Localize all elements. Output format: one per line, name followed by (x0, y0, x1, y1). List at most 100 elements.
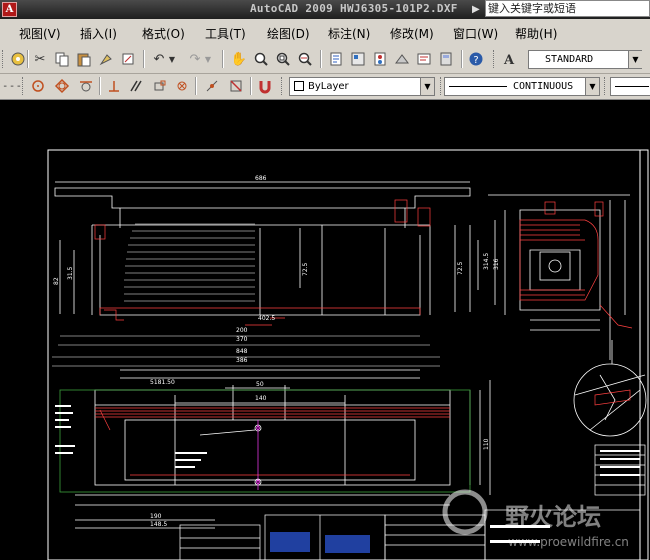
dim-label: 72.5 (457, 261, 464, 275)
copy-icon[interactable] (52, 49, 72, 69)
lineweight-preview (615, 85, 649, 87)
dim-label: 110 (483, 438, 490, 450)
redo-icon[interactable]: ↷ (185, 49, 205, 69)
match-properties-icon[interactable] (96, 49, 116, 69)
separator (99, 77, 101, 95)
tool-palettes-icon[interactable] (370, 49, 390, 69)
dim-label: 82 (53, 277, 60, 285)
dim-label: 370 (236, 336, 248, 343)
dim-label: 140 (255, 395, 267, 402)
autocad-logo-icon[interactable]: A (2, 2, 17, 17)
linetype-select[interactable]: CONTINUOUS (444, 77, 600, 96)
menu-tools[interactable]: 工具(T) (205, 25, 246, 42)
toolbar-grip[interactable] (2, 50, 6, 68)
menu-draw[interactable]: 绘图(D) (267, 25, 310, 42)
menu-format[interactable]: 格式(O) (142, 25, 185, 42)
undo-icon[interactable]: ↶ (149, 49, 169, 69)
title-bar: A AutoCAD 2009 HWJ6305-101P2.DXF ▶ 键入关键字… (0, 0, 650, 19)
dim-label: 148.5 (150, 521, 167, 528)
standard-toolbar: ✂ ↶ ▼ ↷ ▼ ✋ ? A STANDARD ▼ (0, 46, 650, 74)
snap-insert-icon[interactable] (150, 76, 170, 96)
snap-parallel-icon[interactable] (126, 76, 146, 96)
zoom-realtime-icon[interactable] (251, 49, 271, 69)
temporary-tracking-icon[interactable]: - - - (2, 76, 22, 96)
dim-label: 72.5 (302, 262, 309, 276)
plan-annotations (55, 405, 640, 476)
snap-none-icon[interactable] (226, 76, 246, 96)
dim-label: 848 (236, 348, 248, 355)
hatch-fill (124, 223, 255, 302)
drawing-svg: 200 370 848 386 686 72.5 82 31.5 72.5 40… (47, 149, 649, 560)
text-style-select[interactable]: STANDARD (528, 50, 642, 69)
lineweight-select[interactable] (610, 77, 650, 96)
dim-label: 200 (236, 327, 248, 334)
model-space-canvas[interactable]: 200 370 848 386 686 72.5 82 31.5 72.5 40… (0, 100, 650, 560)
chevron-down-icon[interactable]: ▼ (420, 78, 434, 95)
snap-tangent-icon[interactable] (76, 76, 96, 96)
snap-nearest-icon[interactable] (202, 76, 222, 96)
dim-label: 314.5 (483, 253, 490, 270)
properties-icon[interactable] (326, 49, 346, 69)
separator (320, 50, 322, 68)
layer-color-value: ByLayer (308, 81, 349, 92)
object-snap-toolbar: - - - ByLayer ▼ CONTINUOUS ▼ (0, 74, 650, 100)
snap-quadrant-icon[interactable] (52, 76, 72, 96)
redo-dropdown-icon[interactable]: ▼ (203, 49, 213, 69)
color-swatch-icon (294, 81, 304, 91)
menu-view[interactable]: 视图(V) (19, 25, 61, 42)
cut-icon[interactable]: ✂ (30, 49, 50, 69)
menu-help[interactable]: 帮助(H) (515, 25, 557, 42)
separator (195, 77, 197, 95)
chevron-down-icon[interactable]: ▼ (628, 51, 642, 68)
detail-red (594, 389, 631, 406)
separator (222, 50, 224, 68)
toolbar-grip[interactable] (493, 50, 497, 68)
dim-label: 190 (150, 513, 162, 520)
linetype-preview (449, 85, 507, 87)
separator (250, 77, 252, 95)
menu-modify[interactable]: 修改(M) (390, 25, 434, 42)
toolbar-grip[interactable] (22, 77, 26, 95)
menu-dimension[interactable]: 标注(N) (328, 25, 370, 42)
zoom-window-icon[interactable] (273, 49, 293, 69)
snap-perpendicular-icon[interactable] (104, 76, 124, 96)
linetype-value: CONTINUOUS (513, 81, 574, 92)
top-dimensions: 200 370 848 386 686 72.5 82 31.5 72.5 40… (52, 175, 464, 367)
markup-icon[interactable] (414, 49, 434, 69)
menu-window[interactable]: 窗口(W) (453, 25, 498, 42)
layer-color-select[interactable]: ByLayer (289, 77, 435, 96)
design-center-icon[interactable] (348, 49, 368, 69)
side-view-red (519, 201, 633, 329)
osnap-settings-icon[interactable] (255, 76, 275, 96)
calculator-icon[interactable] (436, 49, 456, 69)
dim-label: 686 (255, 175, 267, 182)
snap-node-icon[interactable] (172, 76, 192, 96)
menu-insert[interactable]: 插入(I) (80, 25, 117, 42)
dim-label: 50 (256, 381, 264, 388)
text-style-value: STANDARD (545, 54, 594, 65)
play-arrow-icon[interactable]: ▶ (472, 4, 480, 15)
chevron-down-icon[interactable]: ▼ (585, 78, 599, 95)
toolbar-grip[interactable] (281, 77, 285, 95)
text-style-icon[interactable]: A (499, 49, 519, 69)
plan-view: 5181.50 50 140 110 190 148.5 (75, 369, 491, 529)
workspace-icon[interactable] (8, 49, 28, 69)
pan-icon[interactable]: ✋ (229, 49, 249, 69)
watermark: 野火论坛 www.proewildfire.cn (442, 489, 629, 549)
dim-label: 386 (236, 357, 248, 364)
toolbar-grip[interactable] (604, 77, 608, 95)
undo-dropdown-icon[interactable]: ▼ (167, 49, 177, 69)
sheet-set-icon[interactable] (392, 49, 412, 69)
separator (143, 50, 145, 68)
paste-icon[interactable] (74, 49, 94, 69)
zoom-previous-icon[interactable] (295, 49, 315, 69)
block-editor-icon[interactable] (118, 49, 138, 69)
drawing-border (47, 149, 649, 560)
snap-center-icon[interactable] (28, 76, 48, 96)
app-title: AutoCAD 2009 (250, 2, 334, 15)
menu-bar: 视图(V) 插入(I) 格式(O) 工具(T) 绘图(D) 标注(N) 修改(M… (0, 19, 650, 47)
section-hatch (94, 199, 431, 326)
help-icon[interactable]: ? (466, 49, 486, 69)
watermark-url: www.proewildfire.cn (508, 535, 629, 549)
help-search-input[interactable]: 键入关键字或短语 (485, 0, 650, 17)
